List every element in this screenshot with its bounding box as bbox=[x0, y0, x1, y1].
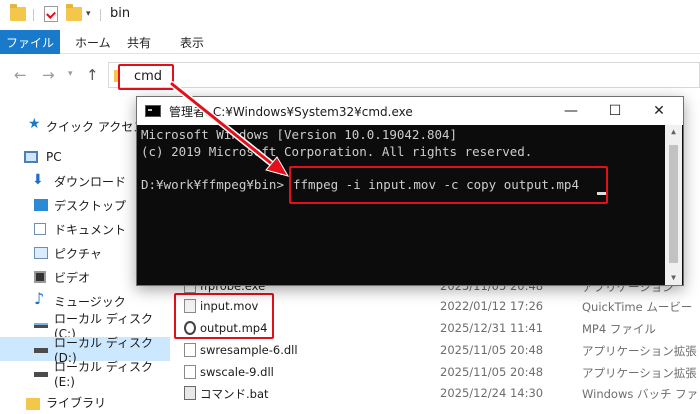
window-title: bin bbox=[110, 6, 131, 21]
document-icon bbox=[34, 223, 46, 235]
download-icon: ⬇ bbox=[32, 172, 44, 188]
file-name: swresample-6.dll bbox=[200, 343, 298, 357]
list-item[interactable]: swscale-9.dll 2025/11/05 20:48 アプリケーション拡… bbox=[170, 361, 700, 383]
file-name: コマンド.bat bbox=[200, 387, 269, 401]
address-highlight-box bbox=[118, 64, 174, 90]
navigation-bar: ← → ▾ ↑ cmd bbox=[0, 58, 700, 94]
drive-icon bbox=[34, 323, 48, 328]
music-icon: ♪ bbox=[34, 289, 45, 308]
file-date: 2025/12/24 14:30 bbox=[440, 386, 544, 400]
close-button[interactable]: ✕ bbox=[639, 99, 679, 123]
terminal-icon bbox=[145, 105, 161, 117]
picture-icon bbox=[34, 247, 48, 259]
scroll-down-icon[interactable]: ▼ bbox=[665, 271, 682, 285]
scroll-up-icon[interactable]: ▲ bbox=[665, 125, 682, 139]
file-name: swscale-9.dll bbox=[200, 365, 274, 379]
command-highlight-box bbox=[289, 166, 608, 204]
console-line: Microsoft Windows [Version 10.0.19042.80… bbox=[141, 127, 458, 142]
file-type: Windows バッチ ファ bbox=[582, 387, 699, 401]
batch-file-icon bbox=[184, 386, 196, 400]
minimize-button[interactable]: — bbox=[551, 99, 591, 123]
file-date: 2025/12/31 11:41 bbox=[440, 321, 544, 335]
chevron-down-icon[interactable]: ▾ bbox=[86, 9, 91, 19]
tab-view[interactable]: 表示 bbox=[180, 30, 204, 54]
properties-icon[interactable] bbox=[44, 6, 58, 22]
pc-icon bbox=[24, 151, 38, 163]
tab-share[interactable]: 共有 bbox=[127, 30, 151, 54]
list-item[interactable]: コマンド.bat 2025/12/24 14:30 Windows バッチ ファ bbox=[170, 382, 700, 404]
back-icon[interactable]: ← bbox=[14, 66, 27, 84]
dll-icon bbox=[184, 365, 196, 379]
separator bbox=[33, 9, 34, 21]
file-type: アプリケーション拡張 bbox=[582, 344, 697, 358]
scrollbar-thumb[interactable] bbox=[669, 145, 678, 263]
file-date: 2025/11/05 20:48 bbox=[440, 365, 544, 379]
console-prompt: D:¥work¥ffmpeg¥bin> bbox=[141, 177, 284, 192]
new-folder-icon[interactable] bbox=[66, 4, 82, 21]
sidebar-item-label: ミュージック bbox=[54, 294, 126, 309]
chevron-down-icon[interactable]: ▾ bbox=[68, 69, 73, 79]
cmd-title: 管理者: C:¥Windows¥System32¥cmd.exe bbox=[169, 105, 413, 119]
list-item[interactable]: swresample-6.dll 2025/11/05 20:48 アプリケーシ… bbox=[170, 339, 700, 361]
file-type: アプリケーション拡張 bbox=[582, 366, 697, 380]
file-type: MP4 ファイル bbox=[582, 322, 656, 336]
forward-icon[interactable]: → bbox=[42, 66, 55, 84]
sidebar-item-label: ドキュメント bbox=[54, 222, 127, 237]
files-highlight-box bbox=[174, 293, 274, 339]
title-bar: ▾ bin bbox=[0, 0, 700, 30]
scrollbar[interactable]: ▲ ▼ bbox=[665, 125, 682, 285]
up-icon[interactable]: ↑ bbox=[86, 66, 99, 84]
desktop-icon bbox=[34, 199, 48, 211]
sidebar-item-libraries[interactable]: ライブラリ bbox=[0, 390, 170, 414]
drive-icon bbox=[34, 348, 48, 353]
tab-file[interactable]: ファイル bbox=[0, 30, 60, 54]
separator bbox=[100, 9, 101, 21]
ribbon-tabs: ファイル ホーム 共有 表示 bbox=[0, 30, 700, 54]
sidebar-item-drive-e[interactable]: ローカル ディスク (E:) bbox=[0, 360, 170, 389]
cmd-title-bar[interactable]: 管理者: C:¥Windows¥System32¥cmd.exe — ☐ ✕ bbox=[137, 97, 683, 125]
dll-icon bbox=[184, 343, 196, 357]
maximize-button[interactable]: ☐ bbox=[595, 99, 635, 123]
file-date: 2025/11/05 20:48 bbox=[440, 343, 544, 357]
drive-icon bbox=[34, 372, 48, 377]
sidebar-item-label: ローカル ディスク (E:) bbox=[54, 359, 153, 389]
video-icon bbox=[34, 271, 46, 283]
sidebar-item-label: デスクトップ bbox=[54, 198, 127, 213]
library-icon bbox=[26, 398, 40, 410]
console-line: (c) 2019 Microsoft Corporation. All righ… bbox=[141, 144, 533, 159]
sidebar-item-label: ピクチャ bbox=[54, 246, 102, 261]
file-type: QuickTime ムービー bbox=[582, 300, 693, 314]
console-output[interactable]: Microsoft Windows [Version 10.0.19042.80… bbox=[137, 125, 683, 285]
file-date: 2022/01/12 17:26 bbox=[440, 299, 544, 313]
sidebar-item-label: ライブラリ bbox=[46, 395, 107, 410]
sidebar-item-label: ダウンロード bbox=[54, 174, 127, 189]
address-bar[interactable] bbox=[108, 62, 700, 88]
sidebar-item-label: ビデオ bbox=[54, 270, 91, 285]
folder-icon bbox=[10, 4, 26, 21]
tab-home[interactable]: ホーム bbox=[75, 30, 111, 54]
sidebar-item-label: クイック アクセス bbox=[46, 119, 146, 134]
sidebar-item-label: PC bbox=[46, 150, 62, 164]
star-icon: ★ bbox=[28, 116, 41, 132]
